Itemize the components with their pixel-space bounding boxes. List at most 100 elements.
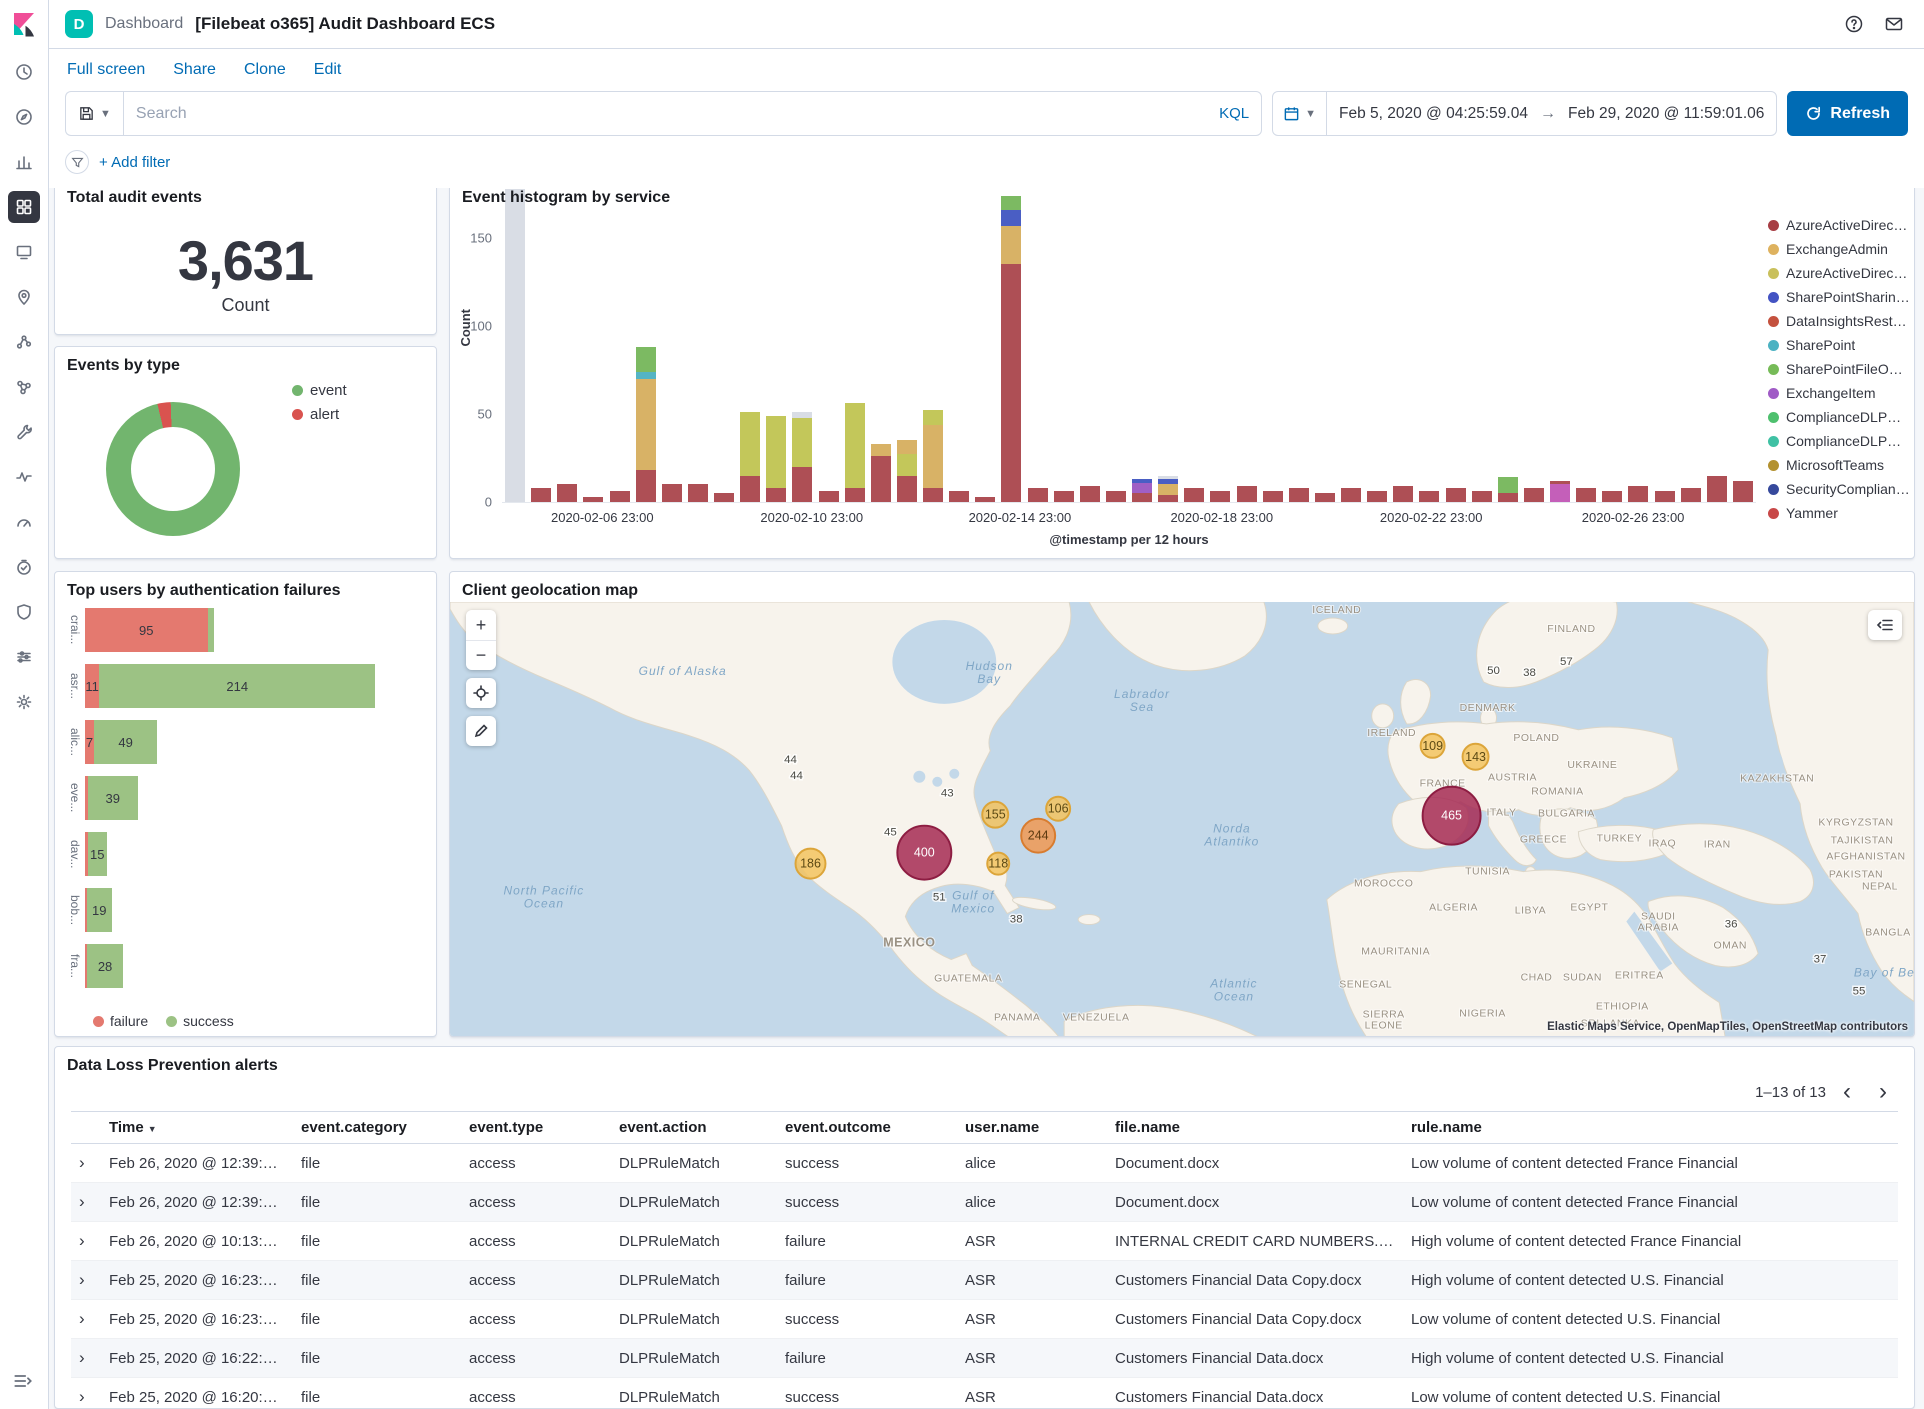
toolbar-link-share[interactable]: Share [173,61,216,79]
add-filter-link[interactable]: + Add filter [99,154,170,171]
pagination-next-button[interactable]: › [1868,1077,1898,1107]
histogram-bar-segment[interactable] [1315,493,1335,502]
column-header-user-name[interactable]: user.name [957,1112,1107,1144]
histogram-bar-segment[interactable] [1498,477,1518,493]
histogram-bar-segment[interactable] [923,425,943,488]
histogram-bar-segment[interactable] [1393,486,1413,502]
column-header-rule-name[interactable]: rule.name [1403,1112,1898,1144]
bar-segment-success[interactable]: 39 [88,776,138,820]
bar-segment-failure[interactable]: 7 [85,720,94,764]
histogram-bar-segment[interactable] [897,440,917,454]
map-bubble[interactable]: 118 [987,853,1009,875]
sidebar-item-stack-management[interactable] [8,641,40,673]
histogram-bar-segment[interactable] [1028,488,1048,502]
histogram-bar-segment[interactable] [1158,495,1178,502]
histogram-bar-segment[interactable] [1681,488,1701,502]
histogram-bar-segment[interactable] [557,484,577,502]
legend-item[interactable]: AzureActiveDirectory [1768,261,1910,285]
histogram-bar-segment[interactable] [1576,488,1596,502]
legend-item[interactable]: ComplianceDLPExc... [1768,429,1910,453]
histogram-bar-segment[interactable] [1367,491,1387,502]
histogram-bar-segment[interactable] [923,488,943,502]
sidebar-item-discover[interactable] [8,101,40,133]
newsfeed-icon[interactable] [1880,10,1908,38]
histogram-bar-segment[interactable] [1237,486,1257,502]
toolbar-link-clone[interactable]: Clone [244,61,286,79]
refresh-button[interactable]: Refresh [1787,91,1908,136]
sidebar-item-maps[interactable] [8,281,40,313]
bar-segment-success[interactable]: 19 [87,888,112,932]
histogram-bar-segment[interactable] [897,476,917,502]
histogram-bar-segment[interactable] [766,416,786,488]
query-language-button[interactable]: KQL [1219,105,1249,122]
histogram-bar-segment[interactable] [636,470,656,502]
world-map[interactable]: Gulf of AlaskaHudsonBayLabradorSeaNorth … [450,602,1914,1037]
sidebar-item-machine-learning[interactable] [8,326,40,358]
toolbar-link-edit[interactable]: Edit [314,61,342,79]
histogram-bar-segment[interactable] [792,467,812,502]
date-from[interactable]: Feb 5, 2020 @ 04:25:59.04 [1327,105,1540,123]
histogram-bar-segment[interactable] [636,372,656,379]
sidebar-item-canvas[interactable] [8,236,40,268]
sidebar-item-uptime[interactable] [8,551,40,583]
histogram-bar-segment[interactable] [845,403,865,487]
map-bubble[interactable]: 106 [1046,797,1070,821]
legend-item[interactable]: ExchangeAdmin [1768,237,1910,261]
histogram-bar-segment[interactable] [871,456,891,502]
histogram-bar-segment[interactable] [792,418,812,467]
histogram-bar-segment[interactable] [766,488,786,502]
bar-segment-success[interactable] [208,608,214,652]
toolbar-link-full-screen[interactable]: Full screen [67,61,145,79]
bar-segment-failure[interactable]: 11 [85,664,99,708]
events-by-type-donut[interactable] [106,402,240,536]
histogram-bar-segment[interactable] [636,379,656,471]
histogram-bar-segment[interactable] [1001,264,1021,502]
expand-row-button[interactable]: › [79,1387,85,1407]
fit-bounds-button[interactable] [466,678,496,708]
histogram-bar-segment[interactable] [1158,476,1178,480]
map-bubble[interactable]: 465 [1423,787,1481,845]
histogram-bar-segment[interactable] [949,491,969,502]
column-header-event-category[interactable]: event.category [293,1112,461,1144]
histogram-bar-segment[interactable] [1602,491,1622,502]
expand-row-button[interactable]: › [79,1153,85,1173]
zoom-in-button[interactable]: + [466,610,496,640]
histogram-bar-segment[interactable] [792,412,812,417]
filter-options-icon[interactable] [65,150,89,174]
histogram-bar-segment[interactable] [1733,481,1753,502]
histogram-bar-segment[interactable] [1184,488,1204,502]
sidebar-item-siem[interactable] [8,596,40,628]
legend-item-alert[interactable]: alert [292,402,347,426]
column-header-time[interactable]: Time▼ [101,1112,293,1144]
sidebar-item-graph[interactable] [8,371,40,403]
calendar-menu-button[interactable]: ▼ [1273,92,1327,135]
legend-item[interactable]: SecurityCompliance... [1768,477,1910,501]
column-header-event-outcome[interactable]: event.outcome [777,1112,957,1144]
histogram-bar-segment[interactable] [1707,476,1727,502]
histogram-bar-segment[interactable] [1132,493,1152,502]
histogram-bar-segment[interactable] [1472,491,1492,502]
histogram-bar-segment[interactable] [531,488,551,502]
histogram-bar-segment[interactable] [583,497,603,502]
space-avatar[interactable]: D [65,10,93,38]
legend-item[interactable]: ComplianceDLPSha... [1768,405,1910,429]
histogram-bar-segment[interactable] [1628,486,1648,502]
histogram-bar-segment[interactable] [1054,491,1074,502]
map-bubble[interactable]: 186 [796,849,826,879]
sidebar-item-apm[interactable] [8,506,40,538]
histogram-bar-segment[interactable] [505,189,525,502]
histogram-bar-segment[interactable] [1289,488,1309,502]
search-input[interactable] [136,105,1209,123]
histogram-bar-segment[interactable] [610,491,630,502]
histogram-bar-segment[interactable] [1419,491,1439,502]
histogram-bar-segment[interactable] [1498,493,1518,502]
legend-item[interactable]: MicrosoftTeams [1768,453,1910,477]
kibana-logo[interactable] [9,10,39,40]
legend-item[interactable]: DataInsightsRestApi... [1768,309,1910,333]
histogram-bar-segment[interactable] [1341,488,1361,502]
histogram-bar-segment[interactable] [1550,481,1570,485]
pagination-prev-button[interactable]: ‹ [1832,1077,1862,1107]
histogram-bar-segment[interactable] [1080,486,1100,502]
draw-filter-button[interactable] [466,716,496,746]
legend-item[interactable]: SharePoint [1768,333,1910,357]
